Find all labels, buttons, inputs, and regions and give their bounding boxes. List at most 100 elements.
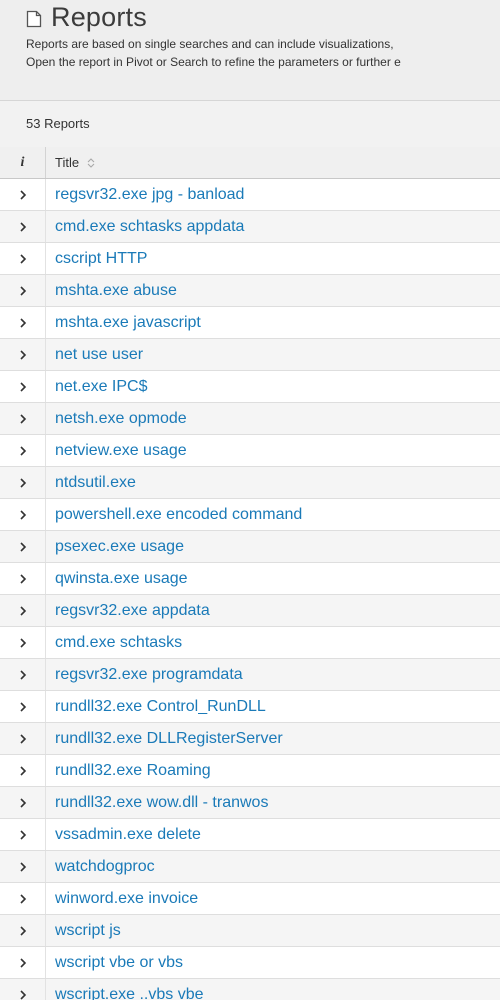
expand-row-button[interactable]	[0, 883, 46, 914]
report-title-link[interactable]: qwinsta.exe usage	[55, 563, 188, 594]
reports-page: Reports Reports are based on single sear…	[0, 0, 500, 1000]
table-row: netsh.exe opmode	[0, 403, 500, 435]
sort-icon[interactable]	[87, 157, 95, 169]
page-title: Reports	[51, 1, 147, 32]
report-title-link[interactable]: cscript HTTP	[55, 243, 147, 274]
expand-row-button[interactable]	[0, 947, 46, 978]
report-title-link[interactable]: powershell.exe encoded command	[55, 499, 302, 530]
expand-row-button[interactable]	[0, 307, 46, 338]
chevron-right-icon	[19, 669, 26, 680]
table-row: cmd.exe schtasks appdata	[0, 211, 500, 243]
chevron-right-icon	[19, 701, 26, 712]
report-title-link[interactable]: netview.exe usage	[55, 435, 187, 466]
expand-row-button[interactable]	[0, 723, 46, 754]
report-count-bar: 53 Reports	[0, 101, 500, 148]
report-title-link[interactable]: watchdogproc	[55, 851, 155, 882]
expand-row-button[interactable]	[0, 243, 46, 274]
report-title-link[interactable]: regsvr32.exe appdata	[55, 595, 210, 626]
page-description-line-1: Reports are based on single searches and…	[26, 37, 394, 51]
document-icon	[26, 10, 42, 27]
expand-row-button[interactable]	[0, 915, 46, 946]
table-row: qwinsta.exe usage	[0, 563, 500, 595]
report-title-link[interactable]: winword.exe invoice	[55, 883, 198, 914]
expand-row-button[interactable]	[0, 787, 46, 818]
report-title-link[interactable]: rundll32.exe wow.dll - tranwos	[55, 787, 268, 818]
expand-row-button[interactable]	[0, 211, 46, 242]
table-row: ntdsutil.exe	[0, 467, 500, 499]
table-row: watchdogproc	[0, 851, 500, 883]
expand-row-button[interactable]	[0, 851, 46, 882]
title-column-label: Title	[55, 155, 80, 170]
chevron-right-icon	[19, 253, 26, 264]
chevron-right-icon	[19, 733, 26, 744]
chevron-right-icon	[19, 221, 26, 232]
chevron-right-icon	[19, 445, 26, 456]
chevron-right-icon	[19, 381, 26, 392]
chevron-right-icon	[19, 189, 26, 200]
expand-row-button[interactable]	[0, 595, 46, 626]
report-title-link[interactable]: netsh.exe opmode	[55, 403, 187, 434]
report-title-link[interactable]: wscript js	[55, 915, 121, 946]
table-row: regsvr32.exe appdata	[0, 595, 500, 627]
report-title-link[interactable]: rundll32.exe Control_RunDLL	[55, 691, 266, 722]
chevron-right-icon	[19, 893, 26, 904]
table-row: rundll32.exe Control_RunDLL	[0, 691, 500, 723]
expand-row-button[interactable]	[0, 499, 46, 530]
chevron-right-icon	[19, 797, 26, 808]
table-row: cscript HTTP	[0, 243, 500, 275]
title-row: Reports	[26, 0, 147, 34]
expand-row-button[interactable]	[0, 563, 46, 594]
expand-row-button[interactable]	[0, 979, 46, 1000]
expand-row-button[interactable]	[0, 691, 46, 722]
report-title-link[interactable]: psexec.exe usage	[55, 531, 184, 562]
chevron-right-icon	[19, 605, 26, 616]
expand-row-button[interactable]	[0, 371, 46, 402]
expand-row-button[interactable]	[0, 339, 46, 370]
table-row: mshta.exe abuse	[0, 275, 500, 307]
table-header: i Title	[0, 147, 500, 179]
table-row: rundll32.exe wow.dll - tranwos	[0, 787, 500, 819]
table-row: wscript js	[0, 915, 500, 947]
table-row: psexec.exe usage	[0, 531, 500, 563]
expand-row-button[interactable]	[0, 467, 46, 498]
report-title-link[interactable]: vssadmin.exe delete	[55, 819, 201, 850]
chevron-right-icon	[19, 477, 26, 488]
chevron-right-icon	[19, 413, 26, 424]
report-title-link[interactable]: regsvr32.exe programdata	[55, 659, 243, 690]
expand-row-button[interactable]	[0, 435, 46, 466]
table-row: winword.exe invoice	[0, 883, 500, 915]
report-title-link[interactable]: wscript vbe or vbs	[55, 947, 183, 978]
title-column-header[interactable]: Title	[55, 147, 95, 178]
table-row: regsvr32.exe jpg - banload	[0, 179, 500, 211]
table-row: net use user	[0, 339, 500, 371]
expand-row-button[interactable]	[0, 819, 46, 850]
table-row: mshta.exe javascript	[0, 307, 500, 339]
chevron-right-icon	[19, 861, 26, 872]
report-title-link[interactable]: net.exe IPC$	[55, 371, 148, 402]
chevron-right-icon	[19, 349, 26, 360]
report-title-link[interactable]: mshta.exe abuse	[55, 275, 177, 306]
chevron-right-icon	[19, 541, 26, 552]
report-title-link[interactable]: mshta.exe javascript	[55, 307, 201, 338]
report-title-link[interactable]: cmd.exe schtasks	[55, 627, 182, 658]
expand-row-button[interactable]	[0, 403, 46, 434]
expand-row-button[interactable]	[0, 275, 46, 306]
expand-row-button[interactable]	[0, 627, 46, 658]
reports-table-body: regsvr32.exe jpg - banload cmd.exe schtas…	[0, 179, 500, 1000]
expand-row-button[interactable]	[0, 179, 46, 210]
chevron-right-icon	[19, 957, 26, 968]
report-title-link[interactable]: ntdsutil.exe	[55, 467, 136, 498]
report-title-link[interactable]: wscript.exe ..vbs vbe	[55, 979, 204, 1000]
report-title-link[interactable]: cmd.exe schtasks appdata	[55, 211, 244, 242]
report-title-link[interactable]: rundll32.exe DLLRegisterServer	[55, 723, 283, 754]
expand-row-button[interactable]	[0, 755, 46, 786]
report-title-link[interactable]: net use user	[55, 339, 143, 370]
expand-row-button[interactable]	[0, 531, 46, 562]
table-row: rundll32.exe DLLRegisterServer	[0, 723, 500, 755]
report-title-link[interactable]: regsvr32.exe jpg - banload	[55, 179, 244, 210]
table-row: powershell.exe encoded command	[0, 499, 500, 531]
expand-row-button[interactable]	[0, 659, 46, 690]
report-title-link[interactable]: rundll32.exe Roaming	[55, 755, 211, 786]
table-row: wscript.exe ..vbs vbe	[0, 979, 500, 1000]
chevron-right-icon	[19, 925, 26, 936]
